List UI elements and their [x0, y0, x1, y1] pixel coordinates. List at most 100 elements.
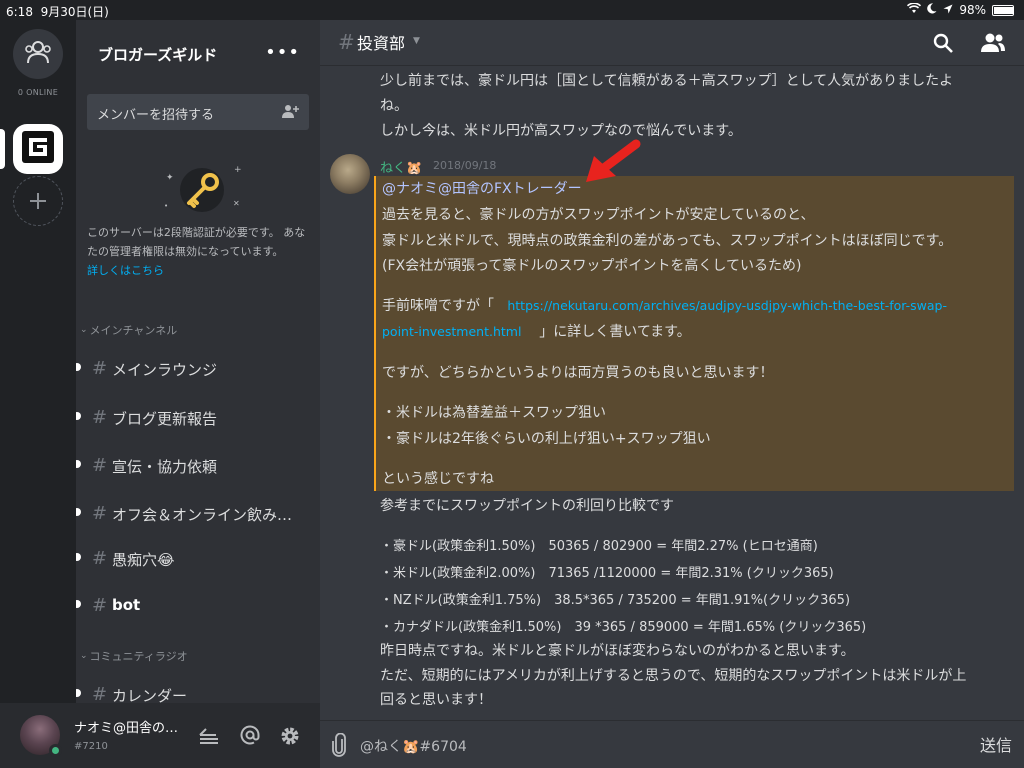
two-factor-notice: このサーバーは2段階認証が必要です。 あなたの管理者権限は無効になっています。 …: [87, 223, 312, 280]
message-text: ・NZドル(政策金利1.75%) 38.5*365 / 735200 = 年間1…: [380, 593, 851, 608]
message-text: ・豪ドルは2年後ぐらいの利上げ狙い+スワップ狙い: [382, 431, 711, 447]
send-button[interactable]: 送信: [980, 732, 1012, 756]
svg-text:✕: ✕: [233, 199, 240, 208]
add-server-button[interactable]: [13, 176, 63, 226]
message-text: しかし今は、米ドル円が高スワップなので悩んでいます。: [380, 123, 742, 139]
message-text: 過去を見ると、豪ドルの方がスワップポイントが安定しているのと、: [382, 207, 815, 223]
hash-icon: #: [92, 358, 108, 379]
user-panel: ナオミ@田舎の… #7210: [0, 703, 320, 768]
message-text: (FX会社が頑張って豪ドルのスワップポイントを高くしているため): [382, 258, 802, 274]
message-input[interactable]: @ねく🐹#6704: [360, 736, 467, 756]
paperclip-icon[interactable]: [330, 732, 348, 761]
message-text: ・豪ドル(政策金利1.50%) 50365 / 802900 = 年間2.27%…: [380, 539, 818, 554]
channel-sidebar: ブロガーズギルド ••• メンバーを招待する ✦ + ✕ • このサーバーは2段…: [76, 20, 320, 703]
channel-name: オフ会＆オンライン飲み…: [112, 506, 293, 524]
server-logo-icon: [21, 130, 55, 168]
unread-dot: [76, 553, 81, 561]
channel-bot[interactable]: # bot: [76, 590, 320, 620]
category-main[interactable]: ⌄ メインチャンネル: [80, 322, 177, 338]
message-text: ね。: [380, 98, 408, 114]
message-text: ・米ドルは為替差益＋スワップ狙い: [382, 405, 606, 421]
search-icon[interactable]: [932, 32, 954, 58]
channel-title[interactable]: 投資部: [357, 30, 405, 54]
hash-icon: #: [92, 455, 108, 476]
online-count: 0 ONLINE: [17, 88, 59, 97]
guild-name: ブロガーズギルド: [98, 46, 218, 64]
article-link[interactable]: https://nekutaru.com/archives/audjpy-usd…: [507, 298, 947, 313]
status-indicators: 98%: [907, 2, 1014, 17]
message-text: ただ、短期的にはアメリカが利上げすると思うので、短期的なスワップポイントは米ドル…: [380, 668, 967, 684]
user-tag: #7210: [74, 741, 108, 752]
link-prefix: 手前味噌ですが「: [382, 298, 494, 314]
link-suffix: 」に詳しく書いてます。: [539, 324, 691, 340]
friends-button[interactable]: [13, 29, 63, 79]
friends-icon: [23, 39, 53, 69]
notice-text: このサーバーは2段階認証が必要です。 あなたの管理者権限は無効になっています。: [87, 226, 306, 258]
channel-promotion[interactable]: # 宣伝・協力依頼: [76, 450, 320, 480]
channel-name: ブログ更新報告: [112, 410, 218, 428]
message-text: ですが、どちらかというよりは両方買うのも良いと思います！: [382, 365, 774, 381]
user-mention[interactable]: @ナオミ@田舎のFXトレーダー: [382, 178, 582, 198]
channel-name: カレンダー: [112, 687, 188, 703]
location-icon: [943, 3, 953, 17]
svg-text:•: •: [164, 202, 168, 210]
at-mention-icon[interactable]: [240, 725, 260, 749]
channel-calendar[interactable]: # カレンダー: [76, 679, 320, 703]
category-label: メインチャンネル: [89, 324, 178, 337]
invite-members-button[interactable]: メンバーを招待する: [87, 94, 309, 130]
svg-text:+: +: [234, 165, 242, 175]
category-label: コミュニティラジオ: [89, 650, 188, 663]
unread-dot: [76, 600, 81, 608]
message-text: 豪ドルと米ドルで、現時点の政策金利の差があっても、スワップポイントはほぼ同じです…: [382, 233, 953, 249]
status-bar: 6:18 9月30日(日) 98%: [0, 0, 1024, 20]
learn-more-link[interactable]: 詳しくはこちら: [87, 264, 164, 277]
status-time: 6:18 9月30日(日): [6, 5, 109, 19]
unread-dot: [76, 412, 81, 420]
battery-icon: [992, 4, 1014, 16]
unread-dot: [76, 689, 81, 697]
channel-main-lounge[interactable]: # メインラウンジ: [76, 353, 320, 383]
article-link-cont[interactable]: point-investment.html: [382, 324, 521, 339]
message-composer: @ねく🐹#6704 送信: [320, 720, 1024, 768]
chevron-down-icon[interactable]: ▼: [413, 36, 420, 46]
hash-icon: #: [92, 407, 108, 428]
online-status-dot: [49, 744, 62, 757]
unread-dot: [76, 363, 81, 371]
message-text: 昨日時点ですね。米ドルと豪ドルがほぼ変わらないのがわかると思います。: [380, 643, 855, 659]
member-list-icon[interactable]: [980, 32, 1006, 58]
channel-complaints[interactable]: # 愚痴穴😂: [76, 543, 320, 573]
message-date: 2018/09/18: [433, 159, 497, 172]
unread-dot: [76, 460, 81, 468]
category-community-radio[interactable]: ⌄ コミュニティラジオ: [80, 648, 188, 664]
channel-name: 宣伝・協力依頼: [112, 458, 218, 476]
hash-icon: #: [338, 30, 355, 54]
avatar[interactable]: [330, 154, 370, 194]
user-name: ナオミ@田舎の…: [74, 721, 179, 736]
key-icon: ✦ + ✕ •: [156, 160, 246, 220]
hash-icon: #: [92, 684, 108, 703]
svg-text:✦: ✦: [166, 173, 174, 183]
mentions-inbox-icon[interactable]: [198, 725, 220, 749]
plus-icon: [28, 185, 48, 218]
channel-blog-updates[interactable]: # ブログ更新報告: [76, 402, 320, 432]
gear-icon[interactable]: [279, 725, 301, 751]
invite-label: メンバーを招待する: [97, 108, 215, 123]
message-text: ・米ドル(政策金利2.00%) 71365 /1120000 = 年間2.31%…: [380, 566, 834, 581]
channel-offline-meetup[interactable]: # オフ会＆オンライン飲み…: [76, 498, 320, 528]
mention-highlight: @ナオミ@田舎のFXトレーダー 過去を見ると、豪ドルの方がスワップポイントが安定…: [374, 176, 1014, 491]
hash-icon: #: [92, 548, 108, 569]
add-person-icon: [281, 103, 299, 123]
battery-percent: 98%: [959, 3, 986, 17]
message-text: という感じですね: [382, 471, 494, 487]
avatar[interactable]: [20, 715, 62, 757]
message-author[interactable]: ねく🐹: [380, 157, 422, 176]
guild-header[interactable]: ブロガーズギルド •••: [76, 20, 320, 84]
chat-header: # 投資部 ▼: [320, 20, 1024, 66]
message-text: 回ると思います！: [380, 692, 492, 708]
message-text: ・カナダドル(政策金利1.50%) 39 *365 / 859000 = 年間1…: [380, 620, 867, 635]
selected-guild-indicator: [0, 129, 5, 169]
hash-icon: #: [92, 595, 108, 616]
more-options-icon[interactable]: •••: [265, 42, 300, 63]
red-arrow-annotation: [582, 138, 642, 192]
guild-icon-bloggers-guild[interactable]: [13, 124, 63, 174]
